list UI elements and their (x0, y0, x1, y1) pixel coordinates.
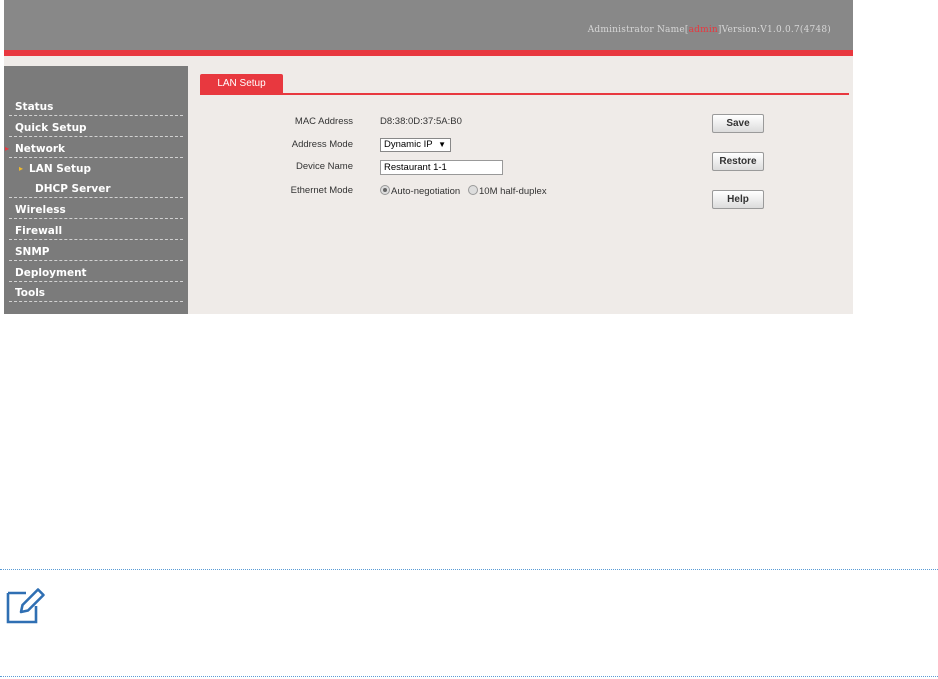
sidebar-item-deployment[interactable]: Deployment (9, 262, 183, 282)
device-name-input[interactable]: Restaurant 1-1 (380, 160, 503, 175)
tab-underline (200, 93, 849, 95)
sidebar-item-dhcp-server[interactable]: DHCP Server (9, 178, 183, 198)
admin-username: admin (688, 25, 718, 35)
help-button[interactable]: Help (712, 190, 764, 209)
address-mode-select[interactable]: Dynamic IP ▼ (380, 138, 451, 152)
sidebar-item-label: Wireless (15, 204, 66, 216)
sidebar-item-wireless[interactable]: Wireless (9, 199, 183, 219)
admin-prefix: Administrator Name[ (587, 25, 689, 35)
radio-selected-icon (380, 185, 390, 195)
radio-unselected-icon (468, 185, 478, 195)
sidebar-item-network[interactable]: ▸ Network (5, 138, 183, 158)
device-name-label: Device Name (295, 161, 353, 172)
main-panel: LAN Setup MAC Address D8:38:0D:37:5A:B0 … (188, 66, 853, 314)
radio-label: Auto-negotiation (391, 186, 461, 197)
note-top-divider (0, 569, 938, 570)
pencil-note-icon (6, 588, 45, 624)
tab-lan-setup[interactable]: LAN Setup (200, 74, 283, 94)
router-admin-screenshot: Administrator Name[admin]Version:V1.0.0.… (4, 0, 853, 314)
sidebar-item-label: Network (15, 143, 66, 155)
address-mode-value: Dynamic IP (384, 139, 433, 150)
restore-button[interactable]: Restore (712, 152, 764, 171)
sidebar-item-snmp[interactable]: SNMP (9, 241, 183, 261)
active-arrow-icon: ▸ (19, 164, 24, 173)
sidebar-item-tools[interactable]: Tools (9, 282, 183, 302)
sidebar-item-lan-setup[interactable]: ▸ LAN Setup (9, 158, 183, 178)
sidebar-item-label: Deployment (15, 267, 87, 279)
sidebar-item-label: Status (15, 101, 54, 113)
header-accent-bar (4, 50, 853, 56)
address-mode-label: Address Mode (291, 139, 353, 150)
caret-down-icon: ▼ (438, 140, 446, 149)
radio-10m-half-duplex[interactable]: 10M half-duplex (468, 185, 547, 197)
sidebar-item-label: DHCP Server (35, 183, 111, 195)
mac-address-label: MAC Address (294, 116, 353, 127)
ethernet-mode-label: Ethernet Mode (290, 185, 353, 196)
expanded-arrow-icon: ▸ (5, 144, 10, 153)
save-button[interactable]: Save (712, 114, 764, 133)
version-text: ]Version:V1.0.0.7(4748) (717, 25, 831, 35)
sidebar-item-label: LAN Setup (29, 163, 91, 175)
sidebar-item-status[interactable]: Status (9, 96, 183, 116)
admin-info: Administrator Name[admin]Version:V1.0.0.… (588, 25, 831, 35)
top-header: Administrator Name[admin]Version:V1.0.0.… (4, 0, 853, 56)
note-bottom-divider (0, 676, 938, 677)
mac-address-value: D8:38:0D:37:5A:B0 (380, 116, 462, 127)
sidebar-item-label: SNMP (15, 246, 50, 258)
radio-label: 10M half-duplex (479, 186, 547, 197)
radio-auto-negotiation[interactable]: Auto-negotiation (380, 185, 460, 197)
sidebar-item-label: Tools (15, 287, 46, 299)
sidebar: Status Quick Setup ▸ Network ▸ LAN Setup… (4, 66, 188, 314)
sidebar-item-label: Firewall (15, 225, 63, 237)
sidebar-item-firewall[interactable]: Firewall (9, 220, 183, 240)
sidebar-item-quick-setup[interactable]: Quick Setup (9, 117, 183, 137)
sidebar-item-label: Quick Setup (15, 122, 87, 134)
